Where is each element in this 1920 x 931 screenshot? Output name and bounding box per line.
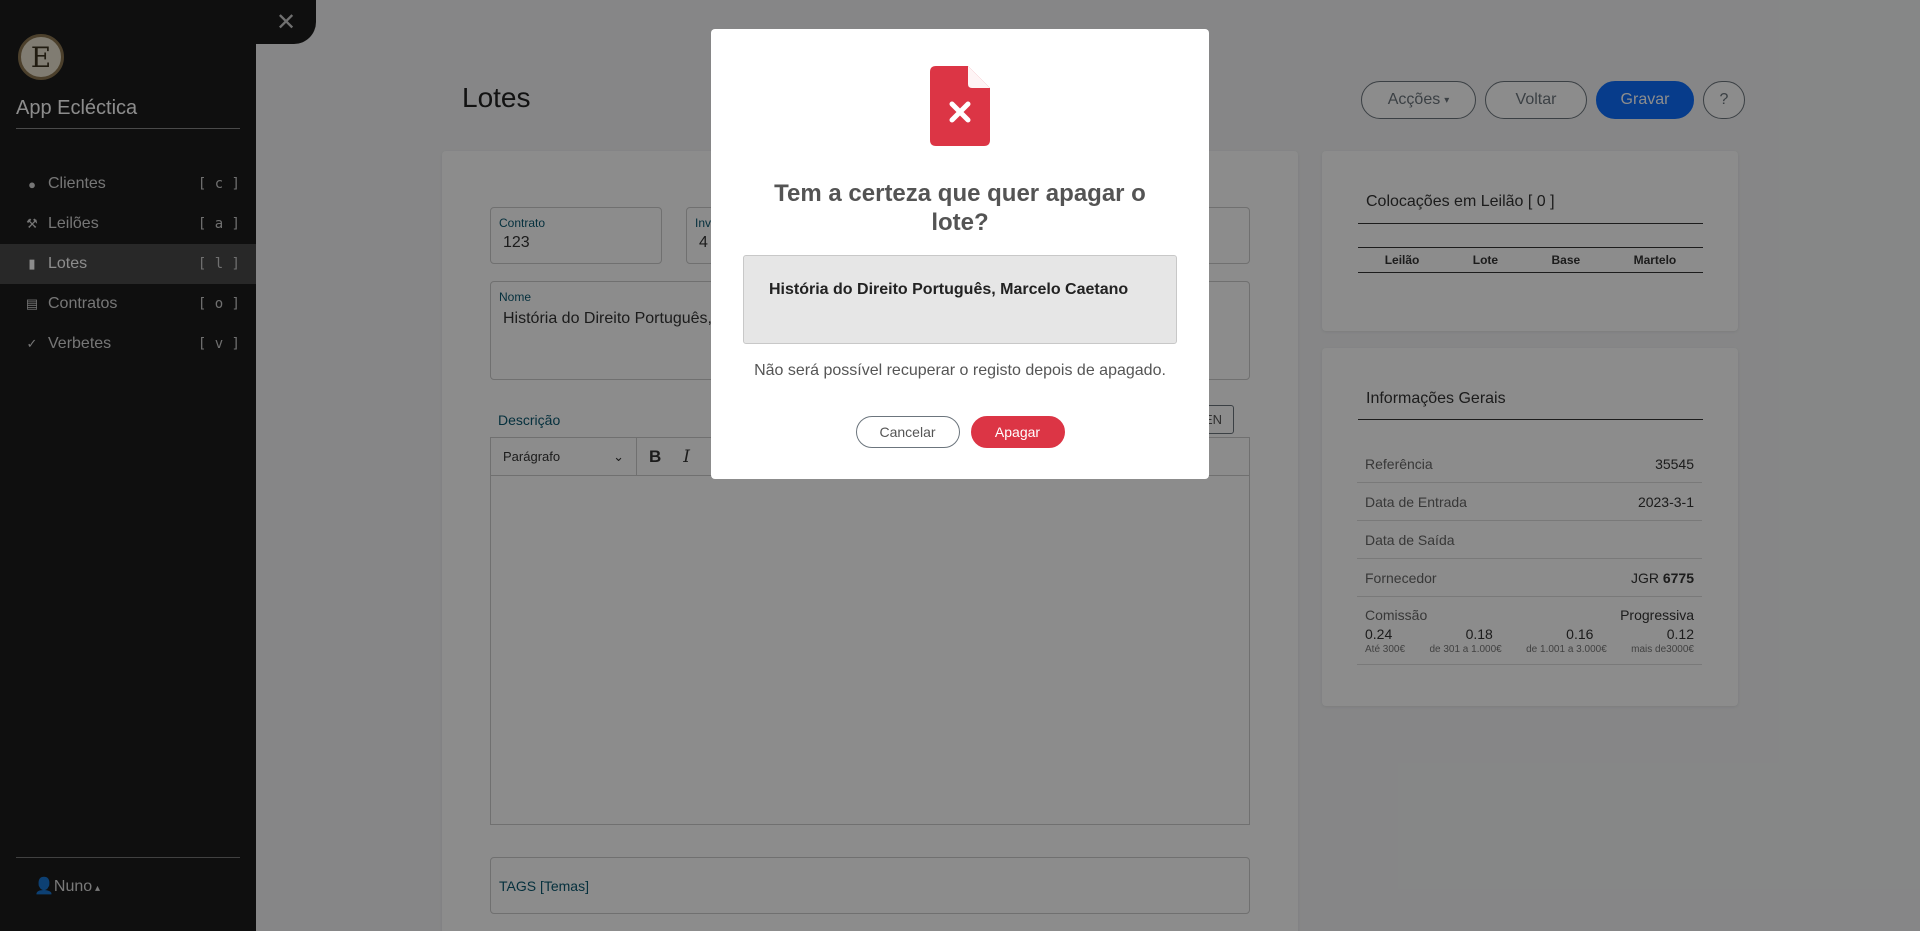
modal-title: Tem a certeza que quer apagar o lote? <box>774 180 1146 236</box>
file-delete-icon <box>930 66 990 146</box>
modal-warning-text: Não será possível recuperar o registo de… <box>754 362 1166 379</box>
delete-button[interactable]: Apagar <box>970 416 1065 448</box>
item-name: História do Direito Português, Marcelo C… <box>769 281 1129 298</box>
item-name-box: História do Direito Português, Marcelo C… <box>743 255 1177 344</box>
cancel-button[interactable]: Cancelar <box>855 416 960 448</box>
delete-confirm-modal: Tem a certeza que quer apagar o lote? Hi… <box>711 29 1209 479</box>
modal-actions: Cancelar Apagar <box>711 416 1209 448</box>
